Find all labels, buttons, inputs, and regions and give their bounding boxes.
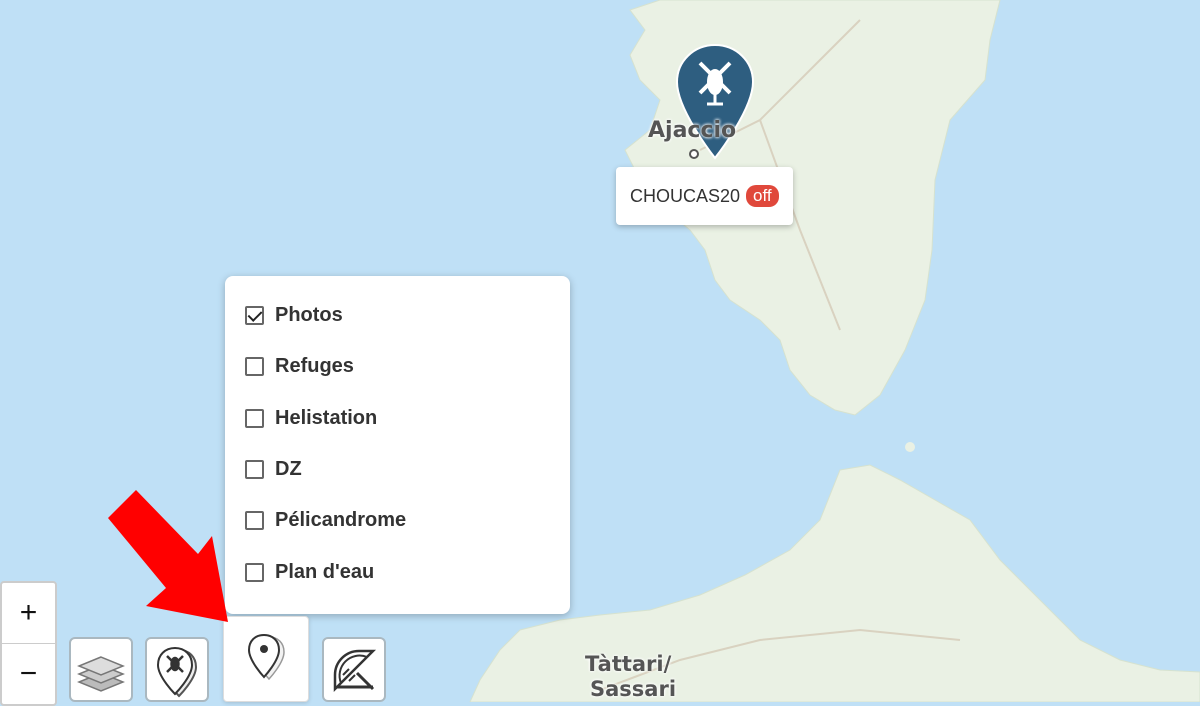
checkbox-photos[interactable] [245, 306, 264, 326]
place-label-ajaccio: Ajaccio [648, 118, 737, 143]
layer-label: Refuges [275, 355, 354, 378]
layer-label: Pélicandrome [275, 509, 407, 532]
layers-icon [77, 655, 125, 692]
zoom-control: + − [0, 581, 57, 706]
poi-marker-icon [247, 633, 285, 681]
layer-filter-panel: Photos Refuges Helistation DZ Pélicandro… [225, 276, 570, 614]
measure-icon [333, 649, 377, 692]
layers-button[interactable] [69, 637, 133, 702]
layer-label: Photos [275, 304, 343, 327]
zoom-out-button[interactable]: − [2, 644, 55, 704]
layer-item-helistation[interactable]: Helistation [225, 393, 570, 444]
place-label-sassari: Sassari [590, 677, 677, 701]
layer-item-dz[interactable]: DZ [225, 444, 570, 495]
popup-label: CHOUCAS20 [630, 185, 741, 206]
measure-button[interactable] [322, 637, 386, 702]
status-badge: off [746, 185, 779, 207]
layer-item-photos[interactable]: Photos [225, 290, 570, 341]
place-label-tattari: Tàttari/ [585, 652, 672, 676]
checkbox-helistation[interactable] [245, 408, 264, 428]
layer-label: DZ [275, 458, 302, 481]
layer-item-pelicandrome[interactable]: Pélicandrome [225, 495, 570, 546]
zoom-in-button[interactable]: + [2, 583, 55, 644]
ajaccio-dot [689, 149, 699, 159]
helicopter-marker-icon [156, 646, 198, 697]
helicopter-markers-button[interactable] [145, 637, 209, 702]
checkbox-refuges[interactable] [245, 357, 264, 377]
layer-label: Plan d'eau [275, 560, 375, 583]
layer-item-refuges[interactable]: Refuges [225, 341, 570, 392]
layer-label: Helistation [275, 406, 378, 429]
checkbox-dz[interactable] [245, 460, 264, 480]
checkbox-plan-deau[interactable] [245, 562, 264, 582]
layer-item-plan-deau[interactable]: Plan d'eau [225, 546, 570, 597]
marker-popup: CHOUCAS20 off [616, 167, 793, 225]
checkbox-pelicandrome[interactable] [245, 511, 264, 531]
red-arrow-annotation [108, 490, 228, 622]
